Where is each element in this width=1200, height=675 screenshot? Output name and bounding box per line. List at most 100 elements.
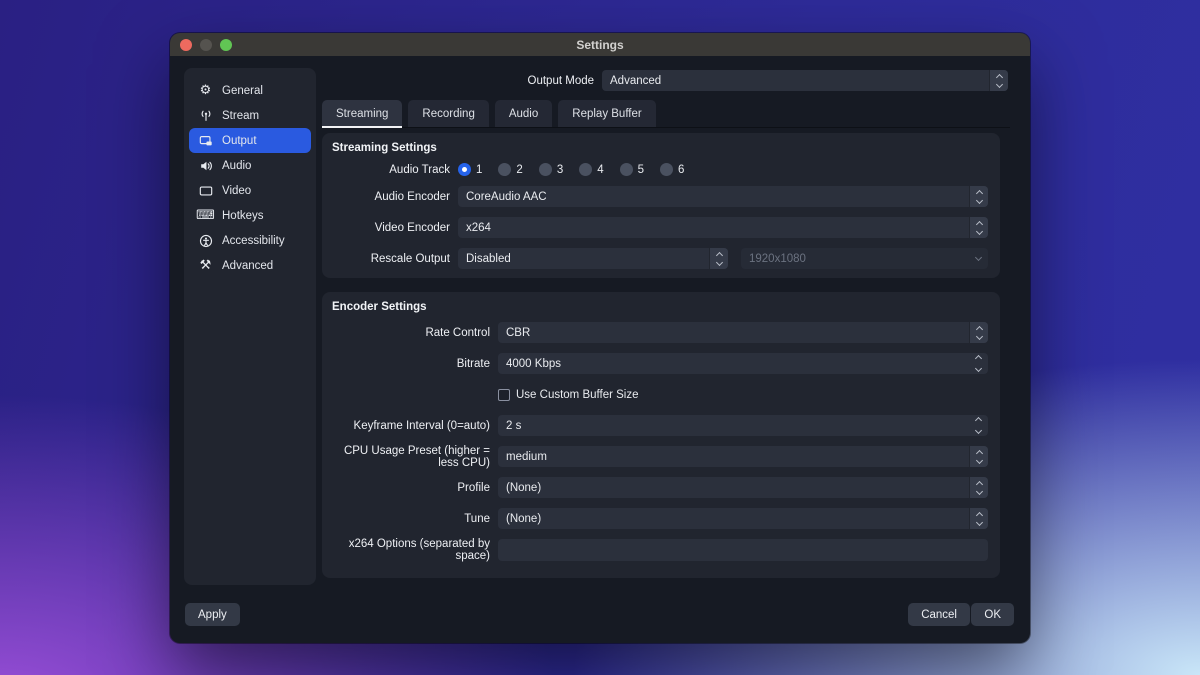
cancel-button[interactable]: Cancel bbox=[908, 603, 970, 626]
output-settings-panel: Output Mode Advanced Streaming Recording… bbox=[322, 68, 1010, 583]
accessibility-icon bbox=[198, 233, 213, 248]
keyframe-interval-label: Keyframe Interval (0=auto) bbox=[332, 420, 498, 432]
audio-encoder-label: Audio Encoder bbox=[332, 191, 458, 203]
keyframe-interval-row: Keyframe Interval (0=auto) 2 s bbox=[332, 415, 988, 436]
rescale-resolution-combo: 1920x1080 bbox=[741, 248, 988, 269]
sidebar-item-stream[interactable]: Stream bbox=[189, 103, 311, 128]
sidebar-item-label: Accessibility bbox=[222, 235, 285, 247]
tools-icon: ⚒ bbox=[198, 258, 213, 273]
profile-label: Profile bbox=[332, 482, 498, 494]
chevron-updown-icon[interactable] bbox=[969, 186, 988, 207]
radio-track-4[interactable]: 4 bbox=[579, 163, 603, 176]
sidebar-item-video[interactable]: Video bbox=[189, 178, 311, 203]
tab-recording[interactable]: Recording bbox=[408, 100, 488, 127]
sidebar-item-label: Audio bbox=[222, 160, 251, 172]
window-title: Settings bbox=[576, 38, 623, 52]
audio-encoder-row: Audio Encoder CoreAudio AAC bbox=[332, 186, 988, 207]
video-encoder-row: Video Encoder x264 bbox=[332, 217, 988, 238]
spinner-arrows-icon[interactable] bbox=[969, 353, 988, 374]
output-mode-select[interactable]: Advanced bbox=[602, 70, 1008, 91]
sidebar-item-label: Hotkeys bbox=[222, 210, 264, 222]
output-mode-label: Output Mode bbox=[322, 75, 602, 87]
sidebar: ⚙ General Stream Output Audio Video bbox=[184, 68, 316, 585]
minimize-window-icon[interactable] bbox=[200, 39, 212, 51]
apply-button[interactable]: Apply bbox=[185, 603, 240, 626]
audio-encoder-select[interactable]: CoreAudio AAC bbox=[458, 186, 988, 207]
chevron-updown-icon[interactable] bbox=[969, 508, 988, 529]
bitrate-spinbox[interactable]: 4000 Kbps bbox=[498, 353, 988, 374]
video-encoder-select[interactable]: x264 bbox=[458, 217, 988, 238]
radio-track-5[interactable]: 5 bbox=[620, 163, 644, 176]
profile-select[interactable]: (None) bbox=[498, 477, 988, 498]
sidebar-item-accessibility[interactable]: Accessibility bbox=[189, 228, 311, 253]
titlebar[interactable]: Settings bbox=[170, 33, 1030, 56]
chevron-updown-icon[interactable] bbox=[969, 477, 988, 498]
x264-options-label: x264 Options (separated by space) bbox=[332, 538, 498, 562]
output-icon bbox=[198, 133, 213, 148]
x264-options-input[interactable] bbox=[498, 539, 988, 561]
radio-track-1[interactable]: 1 bbox=[458, 163, 482, 176]
bitrate-label: Bitrate bbox=[332, 358, 498, 370]
x264-options-row: x264 Options (separated by space) bbox=[332, 539, 988, 560]
radio-track-2[interactable]: 2 bbox=[498, 163, 522, 176]
sidebar-item-general[interactable]: ⚙ General bbox=[189, 78, 311, 103]
output-mode-row: Output Mode Advanced bbox=[322, 70, 1008, 91]
group-title: Streaming Settings bbox=[332, 142, 988, 154]
close-window-icon[interactable] bbox=[180, 39, 192, 51]
sidebar-item-label: Advanced bbox=[222, 260, 273, 272]
rescale-output-label: Rescale Output bbox=[332, 253, 458, 265]
monitor-icon bbox=[198, 183, 213, 198]
spinner-arrows-icon[interactable] bbox=[969, 415, 988, 436]
gear-icon: ⚙ bbox=[198, 83, 213, 98]
sidebar-item-audio[interactable]: Audio bbox=[189, 153, 311, 178]
video-encoder-label: Video Encoder bbox=[332, 222, 458, 234]
tune-select[interactable]: (None) bbox=[498, 508, 988, 529]
rate-control-label: Rate Control bbox=[332, 327, 498, 339]
settings-window: Settings ⚙ General Stream Output Audio bbox=[170, 33, 1030, 643]
sidebar-item-label: Video bbox=[222, 185, 251, 197]
antenna-icon bbox=[198, 108, 213, 123]
cpu-preset-row: CPU Usage Preset (higher = less CPU) med… bbox=[332, 446, 988, 467]
sidebar-item-output[interactable]: Output bbox=[189, 128, 311, 153]
tune-row: Tune (None) bbox=[332, 508, 988, 529]
zoom-window-icon[interactable] bbox=[220, 39, 232, 51]
ok-button[interactable]: OK bbox=[971, 603, 1014, 626]
sidebar-item-label: Output bbox=[222, 135, 257, 147]
tab-replay-buffer[interactable]: Replay Buffer bbox=[558, 100, 655, 127]
chevron-updown-icon[interactable] bbox=[969, 446, 988, 467]
radio-track-6[interactable]: 6 bbox=[660, 163, 684, 176]
audio-track-label: Audio Track bbox=[332, 164, 458, 176]
cpu-preset-select[interactable]: medium bbox=[498, 446, 988, 467]
chevron-updown-icon[interactable] bbox=[989, 70, 1008, 91]
chevron-updown-icon[interactable] bbox=[969, 322, 988, 343]
chevron-updown-icon[interactable] bbox=[969, 217, 988, 238]
rescale-output-row: Rescale Output Disabled 1920x1080 bbox=[332, 248, 988, 269]
use-custom-buffer-checkbox[interactable]: Use Custom Buffer Size bbox=[498, 389, 639, 401]
chevron-updown-icon[interactable] bbox=[709, 248, 728, 269]
rate-control-select[interactable]: CBR bbox=[498, 322, 988, 343]
sidebar-item-hotkeys[interactable]: ⌨ Hotkeys bbox=[189, 203, 311, 228]
output-tabs: Streaming Recording Audio Replay Buffer bbox=[322, 100, 1010, 128]
sidebar-item-label: Stream bbox=[222, 110, 259, 122]
speaker-icon bbox=[198, 158, 213, 173]
checkbox-icon[interactable] bbox=[498, 389, 510, 401]
cpu-preset-label: CPU Usage Preset (higher = less CPU) bbox=[332, 445, 498, 469]
encoder-settings-group: Encoder Settings Rate Control CBR Bitrat… bbox=[322, 292, 1000, 578]
sidebar-item-label: General bbox=[222, 85, 263, 97]
audio-track-radios: 1 2 3 4 5 6 bbox=[458, 163, 693, 176]
keyframe-interval-spinbox[interactable]: 2 s bbox=[498, 415, 988, 436]
chevron-down-icon bbox=[969, 248, 988, 269]
tune-label: Tune bbox=[332, 513, 498, 525]
audio-track-row: Audio Track 1 2 3 4 5 6 bbox=[332, 163, 988, 176]
traffic-lights bbox=[180, 33, 232, 56]
sidebar-item-advanced[interactable]: ⚒ Advanced bbox=[189, 253, 311, 278]
tab-streaming[interactable]: Streaming bbox=[322, 100, 402, 127]
rescale-output-select[interactable]: Disabled bbox=[458, 248, 728, 269]
tab-audio[interactable]: Audio bbox=[495, 100, 552, 127]
custom-buffer-row: Use Custom Buffer Size bbox=[332, 384, 988, 405]
bitrate-row: Bitrate 4000 Kbps bbox=[332, 353, 988, 374]
profile-row: Profile (None) bbox=[332, 477, 988, 498]
rate-control-row: Rate Control CBR bbox=[332, 322, 988, 343]
radio-track-3[interactable]: 3 bbox=[539, 163, 563, 176]
group-title: Encoder Settings bbox=[332, 301, 988, 313]
